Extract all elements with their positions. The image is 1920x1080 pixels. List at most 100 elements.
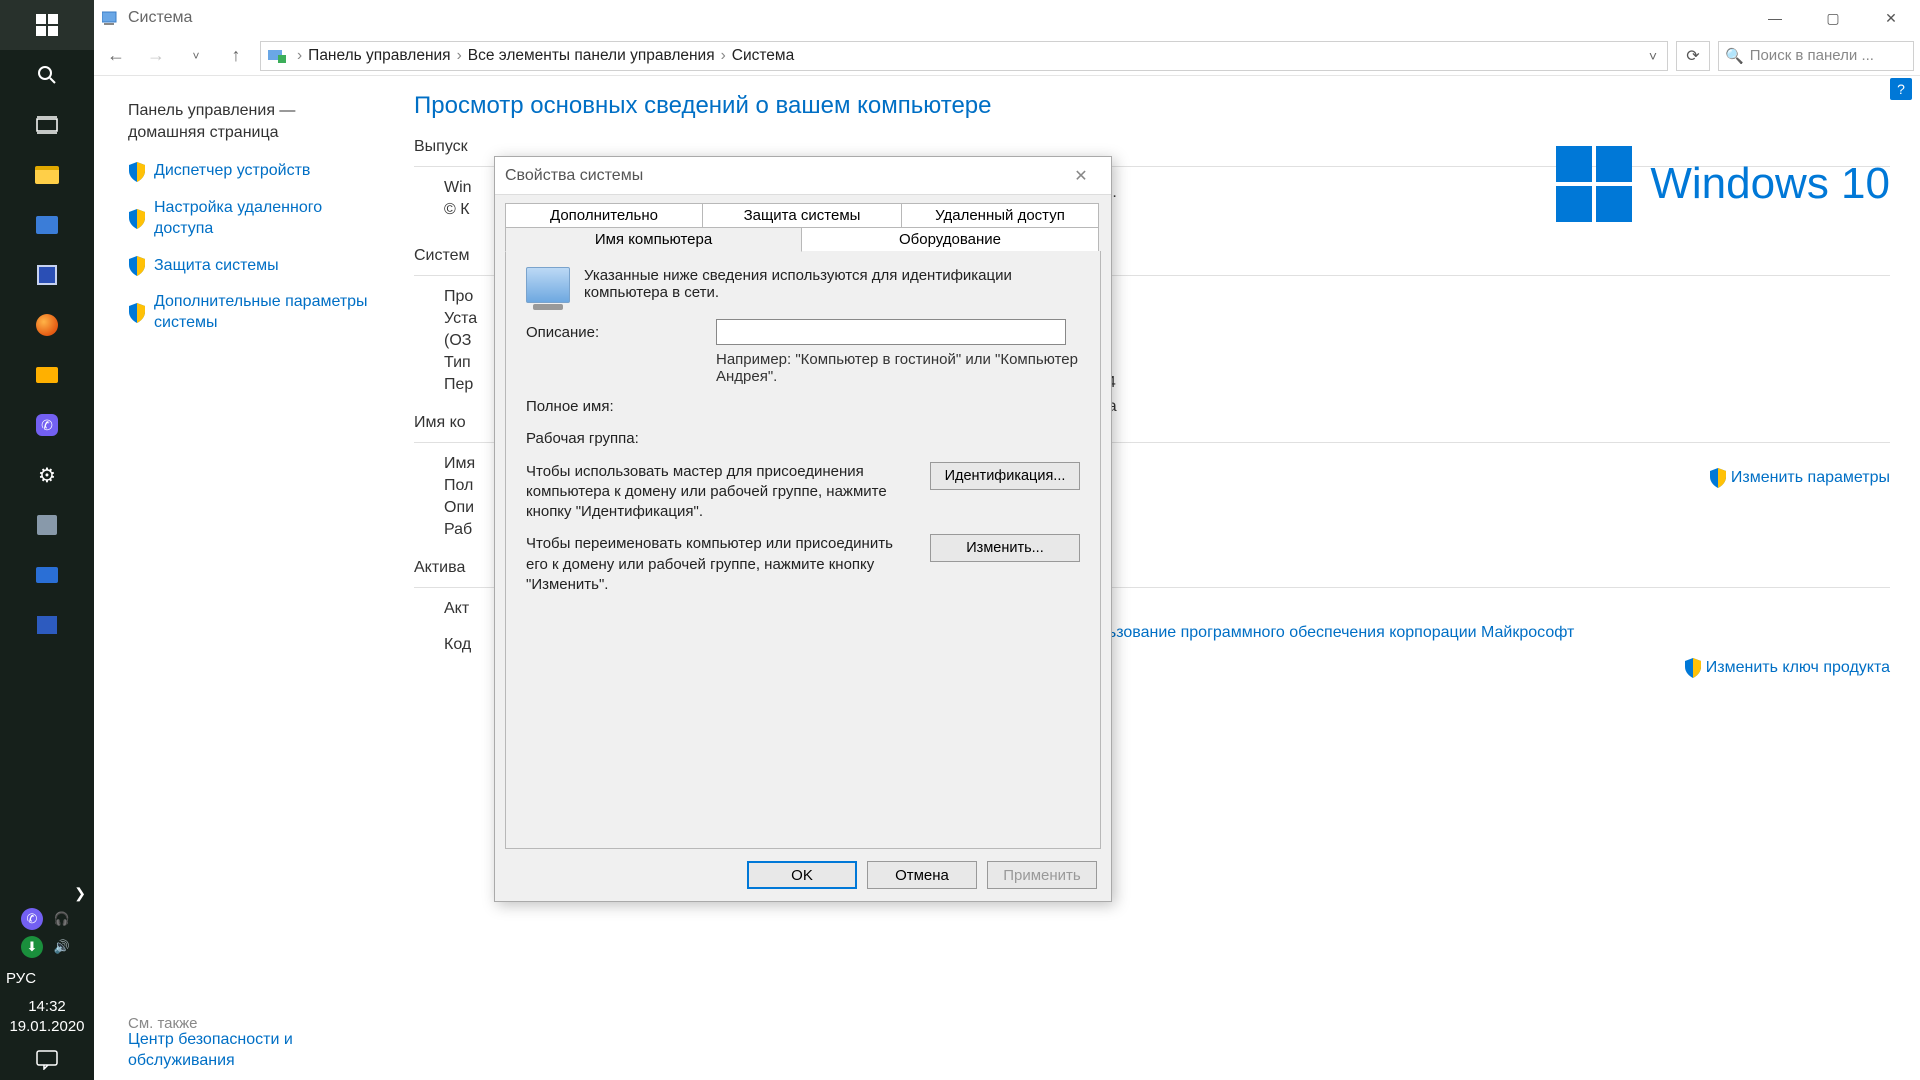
- nav-back[interactable]: ←: [100, 40, 132, 72]
- sys-pen-label: Пер: [444, 376, 473, 394]
- search-icon: 🔍: [1725, 47, 1744, 65]
- shield-icon: [128, 209, 146, 229]
- tray-icon-viber[interactable]: ✆: [21, 908, 43, 930]
- tray-overflow-chevron[interactable]: ❯: [0, 881, 94, 902]
- windows-logo: Windows 10: [1556, 146, 1890, 222]
- description-input[interactable]: [716, 319, 1066, 345]
- shield-icon: [128, 162, 146, 182]
- taskbar: ✆ ⚙ ❯ ✆ 🎧 ⬇ 🔊 РУС 14:32 19.01.2020: [0, 0, 94, 1080]
- taskbar-app-settings[interactable]: ⚙: [0, 450, 94, 500]
- nav-recent-dropdown[interactable]: ˅: [180, 40, 212, 72]
- shield-icon: [128, 256, 146, 276]
- tab-system-protection[interactable]: Защита системы: [703, 203, 901, 228]
- sidebar-system-protection[interactable]: Защита системы: [128, 256, 368, 277]
- sys-ram-label2: (ОЗ: [444, 332, 471, 350]
- nav-forward: →: [140, 40, 172, 72]
- name-computer-label: Имя: [444, 455, 475, 473]
- dialog-tabs: Дополнительно Защита системы Удаленный д…: [495, 195, 1111, 251]
- dialog-title: Свойства системы: [505, 167, 643, 185]
- tab-hardware[interactable]: Оборудование: [802, 227, 1099, 252]
- dialog-buttons: OK Отмена Применить: [495, 849, 1111, 901]
- change-settings-link[interactable]: Изменить параметры: [1709, 468, 1890, 488]
- taskbar-app-generic4[interactable]: [0, 600, 94, 650]
- tab-advanced[interactable]: Дополнительно: [505, 203, 703, 228]
- apply-button: Применить: [987, 861, 1097, 889]
- sys-type-label: Тип: [444, 354, 471, 372]
- identification-button[interactable]: Идентификация...: [930, 462, 1080, 490]
- clock-date: 19.01.2020: [0, 1017, 94, 1037]
- see-also-security-center[interactable]: Центр безопасности и обслуживания: [128, 1029, 378, 1072]
- ok-button[interactable]: OK: [747, 861, 857, 889]
- name-workgroup-label: Раб: [444, 521, 472, 539]
- description-label: Описание:: [526, 324, 716, 341]
- clock[interactable]: 14:32 19.01.2020: [0, 993, 94, 1040]
- page-heading: Просмотр основных сведений о вашем компь…: [414, 92, 1890, 120]
- name-fullname-label: Пол: [444, 477, 473, 495]
- sidebar-device-manager[interactable]: Диспетчер устройств: [128, 161, 368, 182]
- close-button[interactable]: ✕: [1862, 0, 1920, 36]
- nav-up[interactable]: ↑: [220, 40, 252, 72]
- taskbar-app-generic3[interactable]: [0, 550, 94, 600]
- taskbar-app-firefox[interactable]: [0, 300, 94, 350]
- breadcrumb-0[interactable]: Панель управления: [306, 47, 452, 65]
- system-properties-dialog: Свойства системы ✕ Дополнительно Защита …: [494, 156, 1112, 902]
- minimize-button[interactable]: —: [1746, 0, 1804, 36]
- license-terms-link[interactable]: ользование программного обеспечения корп…: [1090, 624, 1574, 642]
- tray-icon-headset[interactable]: 🎧: [51, 908, 73, 930]
- shield-icon: [128, 303, 146, 323]
- taskbar-app-viber[interactable]: ✆: [0, 400, 94, 450]
- identification-text: Чтобы использовать мастер для присоедине…: [526, 462, 916, 523]
- sys-processor-label: Про: [444, 288, 473, 306]
- breadcrumb-1[interactable]: Все элементы панели управления: [466, 47, 717, 65]
- sidebar: ? Панель управления — домашняя страница …: [94, 76, 384, 1080]
- address-bar: ← → ˅ ↑ › Панель управления › Все элемен…: [94, 36, 1920, 76]
- tab-remote[interactable]: Удаленный доступ: [901, 203, 1099, 228]
- taskbar-app-save[interactable]: [0, 250, 94, 300]
- taskbar-app-generic2[interactable]: [0, 500, 94, 550]
- sidebar-advanced-settings[interactable]: Дополнительные параметры системы: [128, 292, 368, 334]
- cancel-button[interactable]: Отмена: [867, 861, 977, 889]
- tray-icon-volume[interactable]: 🔊: [51, 936, 73, 958]
- sidebar-remote-settings[interactable]: Настройка удаленного доступа: [128, 198, 368, 240]
- name-desc-label: Опи: [444, 499, 474, 517]
- change-product-key-link[interactable]: Изменить ключ продукта: [1684, 658, 1890, 678]
- copyright-line: © К: [444, 201, 470, 219]
- taskbar-app-folder2[interactable]: [0, 350, 94, 400]
- taskview-button[interactable]: [0, 100, 94, 150]
- windows-logo-icon: [1556, 146, 1632, 222]
- system-tray: ✆ 🎧 ⬇ 🔊: [0, 902, 94, 964]
- search-button[interactable]: [0, 50, 94, 100]
- window-titlebar: Система — ▢ ✕: [94, 0, 1920, 36]
- edition-line: Win: [444, 179, 472, 197]
- maximize-button[interactable]: ▢: [1804, 0, 1862, 36]
- change-text: Чтобы переименовать компьютер или присое…: [526, 534, 916, 595]
- dialog-intro-text: Указанные ниже сведения используются для…: [584, 267, 1080, 303]
- product-id-label: Код: [444, 636, 471, 654]
- sidebar-home-link[interactable]: Панель управления — домашняя страница: [128, 100, 368, 143]
- breadcrumb-bar[interactable]: › Панель управления › Все элементы панел…: [260, 41, 1668, 71]
- sys-ram-label: Уста: [444, 310, 477, 328]
- search-input[interactable]: 🔍 Поиск в панели ...: [1718, 41, 1914, 71]
- language-indicator[interactable]: РУС: [0, 964, 94, 993]
- taskbar-app-generic1[interactable]: [0, 200, 94, 250]
- search-placeholder: Поиск в панели ...: [1750, 47, 1874, 64]
- refresh-button[interactable]: ⟳: [1676, 41, 1710, 71]
- dialog-close-button[interactable]: ✕: [1061, 161, 1101, 191]
- window-title: Система: [128, 9, 192, 27]
- action-center-button[interactable]: [0, 1040, 94, 1080]
- description-hint: Например: "Компьютер в гостиной" или "Ко…: [716, 351, 1080, 385]
- computer-icon: [526, 267, 570, 303]
- tab-computer-name[interactable]: Имя компьютера: [505, 227, 802, 252]
- fullname-label: Полное имя:: [526, 397, 1080, 417]
- dialog-titlebar: Свойства системы ✕: [495, 157, 1111, 195]
- control-panel-icon: [267, 46, 287, 66]
- window-icon: [100, 7, 122, 29]
- shield-icon: [1709, 468, 1727, 488]
- shield-icon: [1684, 658, 1702, 678]
- tray-icon-download[interactable]: ⬇: [21, 936, 43, 958]
- change-button[interactable]: Изменить...: [930, 534, 1080, 562]
- address-dropdown[interactable]: ˅: [1645, 48, 1661, 64]
- start-button[interactable]: [0, 0, 94, 50]
- taskbar-app-explorer[interactable]: [0, 150, 94, 200]
- breadcrumb-2[interactable]: Система: [730, 47, 796, 65]
